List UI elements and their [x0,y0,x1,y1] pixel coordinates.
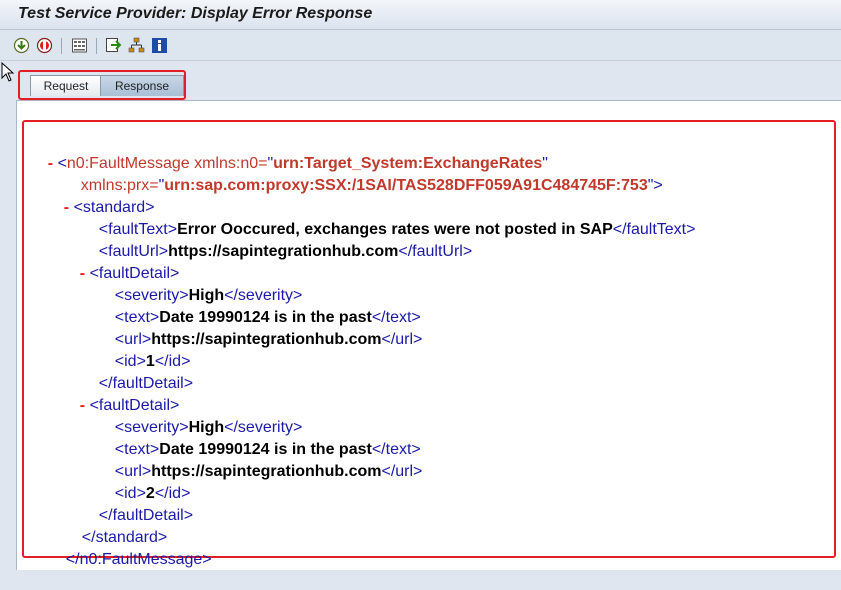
toolbar-separator [61,38,62,54]
execute-icon[interactable] [13,37,30,54]
collapse-toggle[interactable]: - [48,155,53,172]
xml-root-close: </n0:FaultMessage> [65,551,212,568]
xml-response-viewer: - <n0:FaultMessage xmlns:n0="urn:Target_… [22,120,836,568]
collapse-toggle[interactable]: - [80,265,85,282]
tab-response[interactable]: Response [100,75,184,96]
info-icon[interactable] [151,37,168,54]
collapse-toggle[interactable]: - [80,397,85,414]
title-bar: Test Service Provider: Display Error Res… [0,0,841,30]
window-title: Test Service Provider: Display Error Res… [18,5,373,22]
toolbar-separator [96,38,97,54]
collapse-toggle[interactable]: - [64,199,69,216]
export-icon[interactable] [105,37,122,54]
layout-icon[interactable] [71,37,88,54]
tab-strip: Request Response [0,62,841,102]
application-toolbar [0,31,841,61]
stop-icon[interactable] [36,37,53,54]
hierarchy-icon[interactable] [128,37,145,54]
tab-request[interactable]: Request [30,75,102,96]
